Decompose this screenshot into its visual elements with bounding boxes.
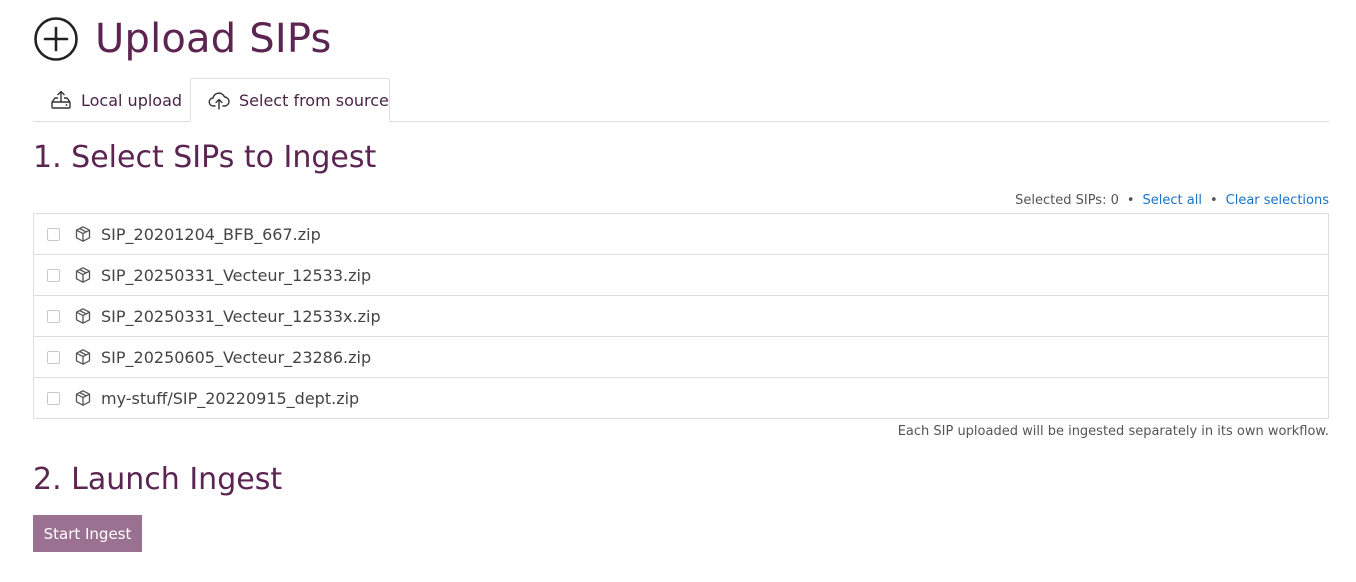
- upload-tray-icon: [50, 89, 81, 111]
- list-item[interactable]: SIP_20250331_Vecteur_12533.zip: [34, 254, 1328, 295]
- package-icon: [74, 389, 92, 407]
- plus-circle-icon: [33, 16, 79, 62]
- sip-name: SIP_20201204_BFB_667.zip: [101, 224, 321, 244]
- cloud-upload-icon: [208, 89, 239, 111]
- tab-select-from-source[interactable]: Select from source: [190, 78, 390, 122]
- sip-name: my-stuff/SIP_20220915_dept.zip: [101, 388, 360, 408]
- page-header: Upload SIPs: [33, 14, 332, 64]
- separator-dot: •: [1209, 193, 1218, 208]
- package-icon: [74, 225, 92, 243]
- selected-count: Selected SIPs: 0: [1015, 193, 1119, 208]
- selection-bar: Selected SIPs: 0 • Select all • Clear se…: [1015, 193, 1329, 208]
- sip-name: SIP_20250605_Vecteur_23286.zip: [101, 347, 372, 367]
- sip-checkbox[interactable]: [47, 350, 60, 364]
- list-item[interactable]: SIP_20250331_Vecteur_12533x.zip: [34, 295, 1328, 336]
- package-icon: [74, 348, 92, 366]
- list-item[interactable]: my-stuff/SIP_20220915_dept.zip: [34, 377, 1328, 418]
- clear-selections-link[interactable]: Clear selections: [1226, 193, 1329, 208]
- upload-tabs: Local upload Select from source: [33, 78, 1329, 122]
- sip-name: SIP_20250331_Vecteur_12533x.zip: [101, 306, 381, 326]
- sip-checkbox[interactable]: [47, 268, 60, 282]
- upload-sips-page: Upload SIPs Local upload Select from sou…: [0, 0, 1356, 582]
- select-all-link[interactable]: Select all: [1143, 193, 1202, 208]
- list-item[interactable]: SIP_20201204_BFB_667.zip: [34, 214, 1328, 254]
- separator-dot: •: [1126, 193, 1135, 208]
- section-select-sips-title: 1. Select SIPs to Ingest: [33, 140, 377, 175]
- section-launch-ingest-title: 2. Launch Ingest: [33, 462, 283, 497]
- package-icon: [74, 266, 92, 284]
- sip-checkbox[interactable]: [47, 309, 60, 323]
- sip-name: SIP_20250331_Vecteur_12533.zip: [101, 265, 372, 285]
- page-title: Upload SIPs: [95, 16, 332, 62]
- tab-label: Select from source: [239, 90, 389, 110]
- tab-label: Local upload: [81, 90, 183, 110]
- sip-checkbox[interactable]: [47, 227, 60, 241]
- tab-local-upload[interactable]: Local upload: [33, 78, 190, 122]
- sip-list: SIP_20201204_BFB_667.zip SIP_20250331_Ve…: [33, 213, 1329, 419]
- package-icon: [74, 307, 92, 325]
- sip-checkbox[interactable]: [47, 391, 60, 405]
- list-item[interactable]: SIP_20250605_Vecteur_23286.zip: [34, 336, 1328, 377]
- ingest-note: Each SIP uploaded will be ingested separ…: [897, 424, 1329, 439]
- start-ingest-button[interactable]: Start Ingest: [33, 515, 142, 552]
